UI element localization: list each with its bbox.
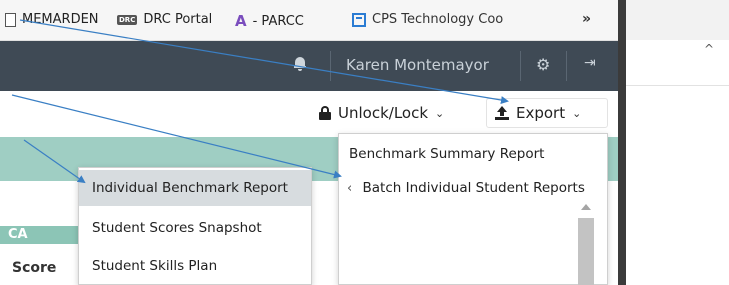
user-name[interactable]: Karen Montemayor: [346, 56, 489, 74]
scrollbar[interactable]: [577, 204, 595, 285]
more-bookmarks-icon[interactable]: »: [582, 11, 591, 27]
bookmarks-bar: MEMARDEN DRC DRC Portal A - PARCC CPS Te…: [0, 0, 618, 41]
menu-item-label: Student Skills Plan: [92, 258, 218, 274]
sign-out-icon[interactable]: ⇥: [584, 55, 596, 71]
window-divider: [618, 0, 626, 285]
parcc-a-icon: A: [235, 12, 247, 30]
right-panel-divider: [626, 85, 729, 86]
menu-item-student-skills-plan[interactable]: Student Skills Plan: [79, 248, 311, 284]
right-panel-header: [626, 0, 729, 40]
scroll-up-icon[interactable]: [581, 204, 591, 210]
top-navigation: Karen Montemayor ⚙ ⇥: [0, 41, 618, 91]
chevron-down-icon: ⌄: [435, 106, 445, 120]
menu-item-batch-individual-student-reports[interactable]: ‹ Batch Individual Student Reports: [347, 172, 585, 204]
app-window: MEMARDEN DRC DRC Portal A - PARCC CPS Te…: [0, 0, 618, 285]
right-panel: ^: [626, 0, 729, 285]
bookmark-cps-technology[interactable]: CPS Technology Coo: [352, 12, 503, 27]
export-label: Export: [516, 104, 566, 122]
page-icon: [5, 12, 16, 27]
collapse-caret-icon[interactable]: ^: [704, 42, 714, 56]
bookmark-drc-portal[interactable]: DRC DRC Portal: [117, 12, 212, 27]
nav-divider: [520, 51, 521, 81]
menu-item-label: Batch Individual Student Reports: [362, 180, 585, 196]
chevron-down-icon: ⌄: [572, 106, 582, 120]
nav-divider: [330, 51, 331, 81]
export-dropdown-menu: Benchmark Summary Report ‹ Batch Individ…: [338, 133, 608, 285]
bell-icon[interactable]: [294, 57, 306, 71]
nav-divider: [566, 51, 567, 81]
report-submenu: Individual Benchmark Report Student Scor…: [78, 167, 312, 285]
bookmark-label: CPS Technology Coo: [372, 12, 504, 27]
menu-item-student-scores-snapshot[interactable]: Student Scores Snapshot: [79, 210, 311, 246]
menu-item-label: Student Scores Snapshot: [92, 220, 262, 236]
menu-item-label: Individual Benchmark Report: [92, 180, 288, 196]
gear-icon[interactable]: ⚙: [536, 55, 550, 74]
bookmark-label: DRC Portal: [143, 12, 213, 27]
submenu-chevron-left-icon: ‹: [347, 181, 353, 196]
unlock-lock-label: Unlock/Lock: [338, 104, 429, 122]
toolbar: Unlock/Lock ⌄ Export ⌄: [0, 92, 618, 134]
ca-tab[interactable]: CA: [0, 226, 78, 244]
menu-item-benchmark-summary-report[interactable]: Benchmark Summary Report: [349, 138, 544, 170]
bookmark-memarden[interactable]: MEMARDEN: [5, 12, 99, 27]
menu-item-individual-benchmark-report[interactable]: Individual Benchmark Report: [79, 170, 311, 206]
bookmark-label: MEMARDEN: [22, 12, 99, 27]
bookmark-label: - PARCC: [252, 13, 304, 29]
scrollbar-thumb[interactable]: [578, 218, 594, 285]
upload-icon: [495, 105, 509, 121]
bookmark-parcc[interactable]: A - PARCC: [235, 12, 304, 30]
lock-icon: [319, 106, 331, 120]
menu-item-label: Benchmark Summary Report: [349, 146, 545, 162]
cps-icon: [352, 12, 366, 27]
unlock-lock-button[interactable]: Unlock/Lock ⌄: [310, 98, 474, 128]
export-button[interactable]: Export ⌄: [486, 98, 608, 128]
drc-icon: DRC: [117, 14, 138, 25]
score-column-header: Score: [12, 260, 57, 276]
